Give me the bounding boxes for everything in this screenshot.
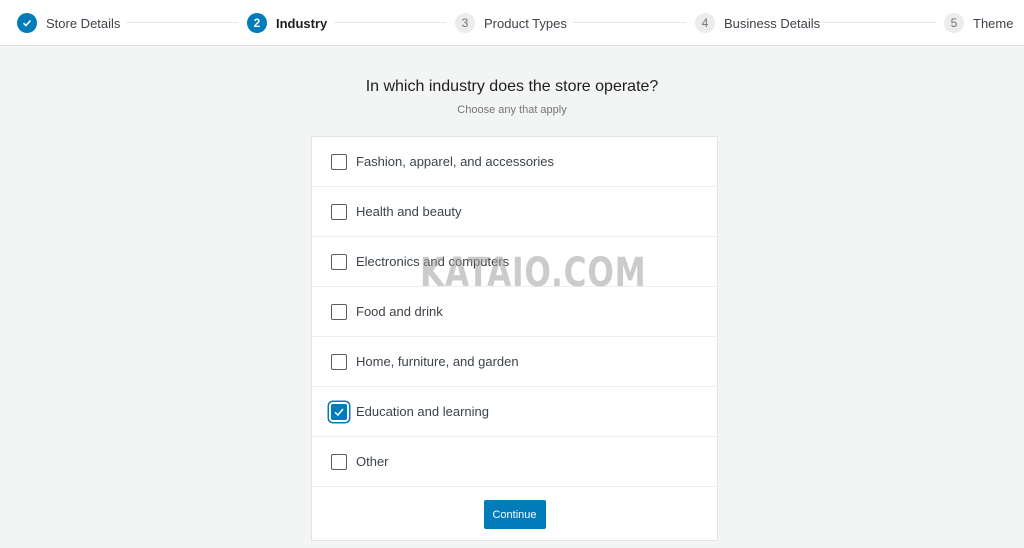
industry-option[interactable]: Home, furniture, and garden [312,337,717,387]
option-label: Education and learning [356,404,489,419]
option-label: Health and beauty [356,204,462,219]
industry-option[interactable]: Electronics and computers [312,237,717,287]
industry-option[interactable]: Health and beauty [312,187,717,237]
step-connector [126,22,238,23]
checkbox[interactable] [331,153,347,170]
continue-button[interactable]: Continue [483,500,546,529]
step-number: 4 [695,13,715,33]
step-connector [573,22,686,23]
option-label: Home, furniture, and garden [356,354,519,369]
step-connector [334,22,446,23]
checkbox[interactable] [331,353,347,370]
industry-option[interactable]: Food and drink [312,287,717,337]
step-label: Business Details [724,15,821,31]
checkbox[interactable] [331,203,347,220]
checkbox[interactable] [331,253,347,270]
step-label: Store Details [46,15,121,31]
setup-stepper: Store Details 2 Industry 3 Product Types… [0,0,1024,46]
check-icon [334,408,344,416]
step-product-types[interactable]: 3 Product Types [455,12,567,34]
step-theme[interactable]: 5 Theme [944,12,1013,34]
step-label: Theme [973,15,1014,31]
step-business-details[interactable]: 4 Business Details [695,12,820,34]
checkbox[interactable] [331,303,347,320]
page-title: In which industry does the store operate… [365,78,659,95]
step-connector [822,22,936,23]
step-label: Industry [276,15,328,31]
option-label: Food and drink [356,304,443,319]
step-number: 3 [455,13,475,33]
check-icon [17,13,37,33]
step-number: 5 [944,13,964,33]
step-number: 2 [247,13,267,33]
step-label: Product Types [484,15,567,31]
step-industry[interactable]: 2 Industry [247,12,327,34]
step-store-details[interactable]: Store Details [17,12,120,34]
industry-option[interactable]: Other [312,437,717,487]
checkbox-checked[interactable] [331,403,347,420]
option-label: Other [356,454,389,469]
checkbox[interactable] [331,453,347,470]
option-label: Electronics and computers [356,254,510,269]
industry-options-card: Fashion, apparel, and accessories Health… [311,136,718,541]
page-subtitle: Choose any that apply [457,104,567,116]
industry-option[interactable]: Education and learning [312,387,717,437]
option-label: Fashion, apparel, and accessories [356,154,555,169]
card-footer: Continue [312,487,717,542]
industry-option[interactable]: Fashion, apparel, and accessories [312,137,717,187]
